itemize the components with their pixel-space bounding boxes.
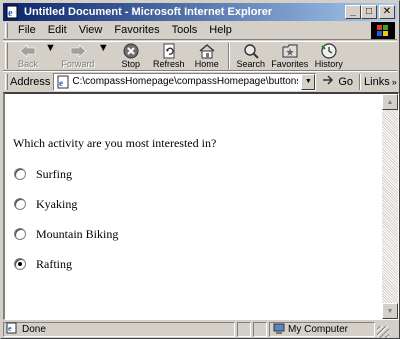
option-surfing[interactable]: Surfing: [13, 167, 216, 181]
home-button[interactable]: Home: [189, 42, 225, 71]
question-text: Which activity are you most interested i…: [13, 136, 217, 150]
arrow-up-icon: ▲: [386, 98, 394, 106]
page-icon: e: [56, 75, 70, 89]
history-icon: [319, 42, 339, 59]
forward-button[interactable]: Forward: [58, 42, 98, 71]
toolbar-separator: [227, 43, 230, 69]
status-main-pane: e Done: [3, 322, 235, 337]
back-arrow-icon: [18, 42, 38, 59]
zone-text: My Computer: [288, 324, 349, 335]
menubar-grip[interactable]: [5, 22, 8, 38]
address-label: Address: [10, 75, 51, 88]
links-separator: [359, 73, 362, 90]
page-content: Which activity are you most interested i…: [3, 92, 399, 320]
activity-form: Which activity are you most interested i…: [13, 136, 216, 287]
menu-help[interactable]: Help: [203, 24, 238, 36]
status-zone-pane: My Computer: [269, 322, 375, 337]
forward-arrow-icon: [68, 42, 88, 59]
close-icon: ✕: [382, 6, 392, 17]
address-bar: Address e C:\compassHomepage\compassHome…: [3, 71, 397, 91]
back-dropdown-icon[interactable]: ▼: [45, 42, 56, 54]
radio-mountain-biking[interactable]: [14, 228, 26, 240]
go-label: Go: [338, 75, 354, 88]
back-label: Back: [17, 59, 38, 69]
chevron-down-icon: ▼: [304, 78, 312, 85]
option-label: Surfing: [36, 166, 72, 181]
arrow-down-icon: ▼: [386, 307, 394, 315]
forward-dropdown-icon[interactable]: ▼: [98, 42, 109, 54]
browser-window: e Untitled Document - Microsoft Internet…: [0, 0, 400, 339]
back-button[interactable]: Back: [11, 42, 45, 71]
minimize-icon: _: [350, 6, 356, 17]
status-text: Done: [22, 324, 46, 335]
radio-surfing[interactable]: [14, 168, 26, 180]
maximize-button[interactable]: □: [361, 5, 377, 19]
menu-bar: File Edit View Favorites Tools Help: [3, 21, 397, 40]
computer-icon: [273, 323, 285, 337]
go-arrow-icon: [322, 74, 336, 89]
windows-logo-icon: [371, 22, 395, 39]
home-label: Home: [194, 59, 219, 69]
favorites-button[interactable]: Favorites: [269, 42, 311, 71]
scroll-down-button[interactable]: ▼: [382, 303, 398, 319]
refresh-label: Refresh: [153, 59, 185, 69]
svg-text:e: e: [8, 8, 13, 19]
option-mountain-biking[interactable]: Mountain Biking: [13, 227, 216, 241]
history-button[interactable]: History: [311, 42, 347, 71]
status-bar: e Done My Computer: [3, 321, 399, 338]
refresh-button[interactable]: Refresh: [149, 42, 189, 71]
go-button[interactable]: Go: [322, 74, 353, 89]
refresh-icon: [159, 42, 179, 59]
svg-text:e: e: [8, 324, 12, 333]
option-label: Rafting: [36, 256, 72, 271]
stop-button[interactable]: Stop: [113, 42, 149, 71]
stop-icon: [121, 42, 141, 59]
menu-edit[interactable]: Edit: [42, 24, 73, 36]
scroll-up-button[interactable]: ▲: [382, 94, 398, 110]
home-icon: [197, 42, 217, 59]
chevron-right-icon[interactable]: »: [392, 77, 397, 87]
svg-text:e: e: [59, 78, 63, 88]
status-pane-1: [237, 322, 251, 337]
option-label: Kyaking: [36, 196, 78, 211]
radio-kyaking[interactable]: [14, 198, 26, 210]
stop-label: Stop: [121, 59, 141, 69]
resize-grip[interactable]: [377, 326, 389, 338]
window-title: Untitled Document - Microsoft Internet E…: [24, 6, 273, 18]
search-icon: [241, 42, 261, 59]
close-button[interactable]: ✕: [379, 5, 395, 19]
toolbar-grip[interactable]: [5, 43, 8, 69]
title-bar[interactable]: e Untitled Document - Microsoft Internet…: [3, 3, 397, 21]
history-label: History: [314, 59, 343, 69]
status-pane-2: [253, 322, 267, 337]
maximize-icon: □: [365, 6, 373, 17]
option-rafting[interactable]: Rafting: [13, 257, 216, 271]
vertical-scrollbar[interactable]: ▲ ▼: [382, 94, 398, 319]
menu-favorites[interactable]: Favorites: [108, 24, 165, 36]
done-page-icon: e: [6, 322, 18, 337]
search-label: Search: [236, 59, 266, 69]
search-button[interactable]: Search: [233, 42, 269, 71]
option-label: Mountain Biking: [36, 226, 119, 241]
option-kyaking[interactable]: Kyaking: [13, 197, 216, 211]
address-input[interactable]: e C:\compassHomepage\compassHomepage\but…: [53, 72, 317, 91]
minimize-button[interactable]: _: [345, 5, 361, 19]
radio-rafting[interactable]: [14, 258, 26, 270]
document-icon: e: [5, 5, 21, 19]
favorites-folder-icon: [280, 42, 300, 59]
addressbar-grip[interactable]: [5, 73, 8, 90]
forward-label: Forward: [61, 59, 95, 69]
links-button[interactable]: Links: [364, 76, 390, 88]
favorites-label: Favorites: [271, 59, 309, 69]
menu-tools[interactable]: Tools: [166, 24, 204, 36]
address-url: C:\compassHomepage\compassHomepage\butto…: [72, 76, 299, 87]
address-dropdown-button[interactable]: ▼: [301, 73, 316, 90]
menu-file[interactable]: File: [12, 24, 42, 36]
menu-view[interactable]: View: [73, 24, 109, 36]
standard-toolbar: Back ▼ Forward ▼ Stop Refresh Home Searc…: [3, 41, 397, 71]
